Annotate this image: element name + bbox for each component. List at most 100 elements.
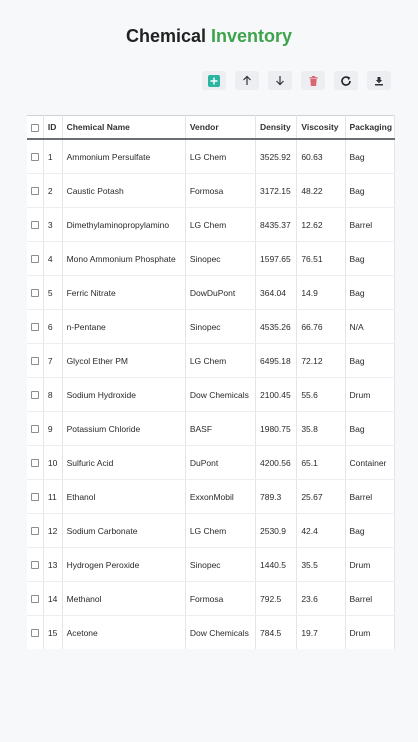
cell-chemical-name[interactable]: n-Pentane — [62, 309, 186, 344]
select-all-cell[interactable] — [27, 115, 44, 140]
cell-density[interactable]: 789.3 — [255, 479, 298, 514]
cell-vendor[interactable]: LG Chem — [185, 343, 257, 378]
cell-chemical-name[interactable]: Sodium Hydroxide — [62, 377, 186, 412]
table-row[interactable]: 3 Dimethylaminopropylamino LG Chem 8435.37 1… — [27, 207, 395, 242]
cell-vendor[interactable]: DuPont — [185, 445, 257, 480]
cell-density[interactable]: 1597.65 — [255, 241, 298, 276]
cell-viscosity[interactable]: 66.76 — [296, 309, 346, 344]
column-header-chemical-name[interactable]: Chemical Name — [62, 115, 186, 140]
cell-id[interactable]: 8 — [43, 377, 63, 412]
cell-vendor[interactable]: Dow Chemicals — [185, 377, 257, 412]
cell-packaging[interactable]: Bag — [345, 411, 395, 446]
cell-density[interactable]: 3172.15 — [255, 173, 298, 208]
row-checkbox[interactable] — [31, 323, 39, 332]
cell-packaging[interactable]: N/A — [345, 309, 395, 344]
table-row[interactable]: 14 Methanol Formosa 792.5 23.6 Barrel — [27, 581, 395, 616]
row-select-cell[interactable] — [27, 411, 44, 446]
move-down-button[interactable] — [268, 71, 292, 90]
cell-density[interactable]: 3525.92 — [255, 139, 298, 174]
table-row[interactable]: 1 Ammonium Persulfate LG Chem 3525.92 60.63 B… — [27, 139, 395, 174]
cell-id[interactable]: 14 — [43, 581, 63, 616]
cell-vendor[interactable]: Dow Chemicals — [185, 615, 257, 649]
cell-chemical-name[interactable]: Potassium Chloride — [62, 411, 186, 446]
table-row[interactable]: 12 Sodium Carbonate LG Chem 2530.9 42.4 Bag — [27, 513, 395, 548]
table-row[interactable]: 2 Caustic Potash Formosa 3172.15 48.22 Bag — [27, 173, 395, 208]
row-select-cell[interactable] — [27, 377, 44, 412]
cell-chemical-name[interactable]: Glycol Ether PM — [62, 343, 186, 378]
cell-packaging[interactable]: Barrel — [345, 479, 395, 514]
cell-viscosity[interactable]: 23.6 — [296, 581, 346, 616]
cell-viscosity[interactable]: 12.62 — [296, 207, 346, 242]
save-button[interactable] — [367, 71, 391, 90]
cell-vendor[interactable]: ExxonMobil — [185, 479, 257, 514]
inventory-table-container[interactable]: ID Chemical Name Vendor Density Viscosit… — [27, 115, 395, 649]
cell-packaging[interactable]: Drum — [345, 547, 395, 582]
row-select-cell[interactable] — [27, 275, 44, 310]
cell-chemical-name[interactable]: Ferric Nitrate — [62, 275, 186, 310]
row-select-cell[interactable] — [27, 173, 44, 208]
delete-button[interactable] — [301, 71, 325, 90]
cell-id[interactable]: 6 — [43, 309, 63, 344]
cell-id[interactable]: 2 — [43, 173, 63, 208]
cell-chemical-name[interactable]: Sulfuric Acid — [62, 445, 186, 480]
cell-packaging[interactable]: Bag — [345, 275, 395, 310]
cell-packaging[interactable]: Bag — [345, 343, 395, 378]
cell-viscosity[interactable]: 48.22 — [296, 173, 346, 208]
cell-packaging[interactable]: Bag — [345, 241, 395, 276]
row-select-cell[interactable] — [27, 139, 44, 174]
cell-viscosity[interactable]: 76.51 — [296, 241, 346, 276]
table-row[interactable]: 8 Sodium Hydroxide Dow Chemicals 2100.45 55.… — [27, 377, 395, 412]
table-row[interactable]: 7 Glycol Ether PM LG Chem 6495.18 72.12 Bag — [27, 343, 395, 378]
table-row[interactable]: 11 Ethanol ExxonMobil 789.3 25.67 Barrel — [27, 479, 395, 514]
cell-packaging[interactable]: Barrel — [345, 581, 395, 616]
cell-id[interactable]: 7 — [43, 343, 63, 378]
table-row[interactable]: 10 Sulfuric Acid DuPont 4200.56 65.1 Containe… — [27, 445, 395, 480]
cell-density[interactable]: 2530.9 — [255, 513, 298, 548]
cell-vendor[interactable]: Formosa — [185, 581, 257, 616]
cell-vendor[interactable]: Formosa — [185, 173, 257, 208]
row-select-cell[interactable] — [27, 581, 44, 616]
cell-viscosity[interactable]: 35.5 — [296, 547, 346, 582]
cell-viscosity[interactable]: 65.1 — [296, 445, 346, 480]
row-checkbox[interactable] — [31, 425, 39, 434]
column-header-density[interactable]: Density — [255, 115, 298, 140]
cell-density[interactable]: 4200.56 — [255, 445, 298, 480]
add-row-button[interactable] — [202, 71, 226, 90]
column-header-viscosity[interactable]: Viscosity — [296, 115, 346, 140]
column-header-vendor[interactable]: Vendor — [185, 115, 257, 140]
cell-chemical-name[interactable]: Dimethylaminopropylamino — [62, 207, 186, 242]
cell-viscosity[interactable]: 55.6 — [296, 377, 346, 412]
table-row[interactable]: 9 Potassium Chloride BASF 1980.75 35.8 Bag — [27, 411, 395, 446]
cell-density[interactable]: 364.04 — [255, 275, 298, 310]
cell-viscosity[interactable]: 35.8 — [296, 411, 346, 446]
row-checkbox[interactable] — [31, 153, 39, 162]
cell-density[interactable]: 784.5 — [255, 615, 298, 649]
cell-chemical-name[interactable]: Acetone — [62, 615, 186, 649]
row-select-cell[interactable] — [27, 309, 44, 344]
cell-density[interactable]: 4535.26 — [255, 309, 298, 344]
table-row[interactable]: 6 n-Pentane Sinopec 4535.26 66.76 N/A — [27, 309, 395, 344]
row-checkbox[interactable] — [31, 629, 39, 638]
cell-chemical-name[interactable]: Mono Ammonium Phosphate — [62, 241, 186, 276]
cell-viscosity[interactable]: 60.63 — [296, 139, 346, 174]
table-row[interactable]: 4 Mono Ammonium Phosphate Sinopec 1597.65 76… — [27, 241, 395, 276]
row-checkbox[interactable] — [31, 493, 39, 502]
row-checkbox[interactable] — [31, 527, 39, 536]
cell-id[interactable]: 11 — [43, 479, 63, 514]
cell-packaging[interactable]: Bag — [345, 173, 395, 208]
cell-id[interactable]: 3 — [43, 207, 63, 242]
cell-id[interactable]: 13 — [43, 547, 63, 582]
cell-chemical-name[interactable]: Caustic Potash — [62, 173, 186, 208]
table-row[interactable]: 13 Hydrogen Peroxide Sinopec 1440.5 35.5 Drum — [27, 547, 395, 582]
row-checkbox[interactable] — [31, 187, 39, 196]
cell-density[interactable]: 1980.75 — [255, 411, 298, 446]
cell-vendor[interactable]: Sinopec — [185, 547, 257, 582]
cell-viscosity[interactable]: 42.4 — [296, 513, 346, 548]
table-row[interactable]: 5 Ferric Nitrate DowDuPont 364.04 14.9 Bag — [27, 275, 395, 310]
row-checkbox[interactable] — [31, 221, 39, 230]
table-row[interactable]: 15 Acetone Dow Chemicals 784.5 19.7 Drum — [27, 615, 395, 649]
row-checkbox[interactable] — [31, 595, 39, 604]
row-select-cell[interactable] — [27, 445, 44, 480]
row-select-cell[interactable] — [27, 343, 44, 378]
column-header-id[interactable]: ID — [43, 115, 63, 140]
